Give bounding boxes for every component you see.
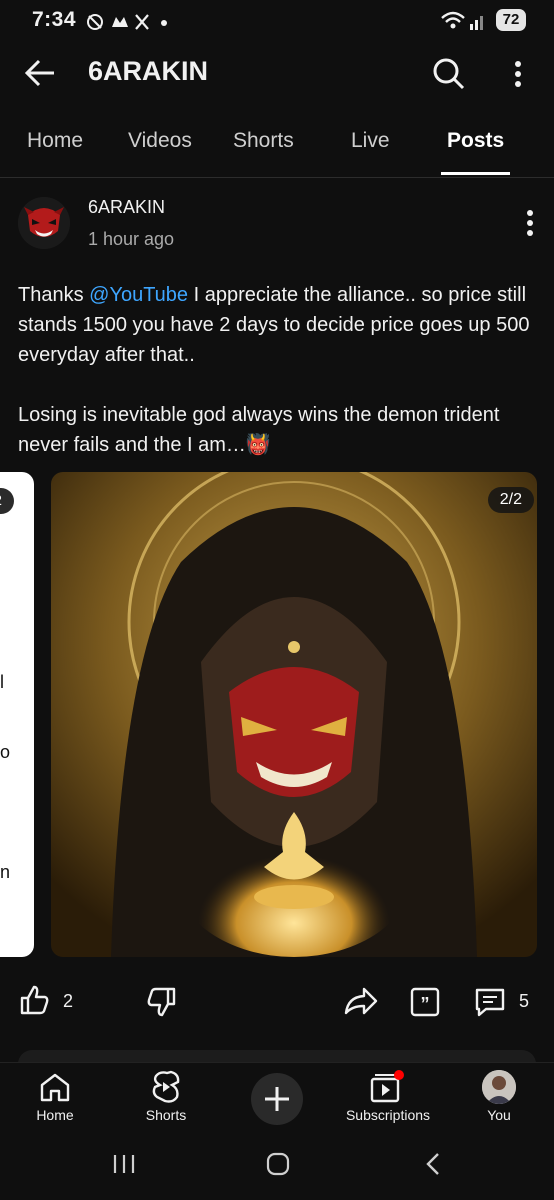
image-counter-badge: 2/2 bbox=[487, 487, 534, 513]
tab-shorts[interactable]: Shorts bbox=[233, 129, 294, 153]
more-notifications-dot bbox=[161, 20, 167, 26]
prev-card-counter: 2 bbox=[0, 488, 14, 514]
shorts-icon[interactable] bbox=[151, 1070, 181, 1109]
battery-indicator: 72 bbox=[496, 9, 526, 31]
post-timestamp: 1 hour ago bbox=[88, 229, 175, 249]
create-plus-icon[interactable] bbox=[251, 1073, 303, 1125]
tab-home[interactable]: Home bbox=[27, 129, 83, 153]
nav-shorts-label[interactable]: Shorts bbox=[131, 1107, 201, 1123]
post-menu-icon[interactable] bbox=[524, 209, 536, 242]
channel-title: 6ARAKIN bbox=[88, 56, 209, 86]
tab-videos[interactable]: Videos bbox=[128, 129, 192, 153]
comments-icon[interactable] bbox=[474, 986, 506, 1023]
x-app-icon bbox=[135, 14, 149, 30]
ogre-emoji: 👹 bbox=[245, 434, 271, 456]
profile-avatar[interactable] bbox=[482, 1070, 516, 1104]
status-notification-icons bbox=[86, 11, 170, 38]
post-paragraph-2: Losing is inevitable god always wins the… bbox=[18, 404, 500, 456]
back-button-icon[interactable] bbox=[424, 1152, 442, 1181]
silent-icon bbox=[87, 14, 103, 30]
nav-you-label[interactable]: You bbox=[474, 1107, 524, 1123]
more-options-icon[interactable] bbox=[510, 60, 526, 93]
like-icon[interactable] bbox=[18, 984, 50, 1021]
share-icon[interactable] bbox=[344, 986, 378, 1021]
back-arrow-icon[interactable] bbox=[24, 58, 58, 88]
post-body: Thanks @YouTube I appreciate the allianc… bbox=[18, 280, 538, 490]
like-count: 2 bbox=[63, 991, 74, 1011]
tabs-divider bbox=[0, 177, 554, 178]
active-tab-indicator bbox=[441, 172, 510, 175]
home-button-icon[interactable] bbox=[266, 1152, 290, 1181]
comment-count: 5 bbox=[519, 991, 530, 1011]
tab-live[interactable]: Live bbox=[351, 129, 390, 153]
post-image[interactable] bbox=[51, 472, 537, 957]
nav-subscriptions-label[interactable]: Subscriptions bbox=[338, 1107, 438, 1123]
subscriptions-icon[interactable] bbox=[369, 1070, 407, 1109]
quote-icon[interactable]: ” bbox=[409, 986, 441, 1023]
wifi-signal-icon bbox=[440, 10, 486, 37]
channel-avatar[interactable] bbox=[18, 197, 70, 249]
dislike-icon[interactable] bbox=[146, 986, 178, 1023]
post-paragraph-1: Thanks @YouTube I appreciate the allianc… bbox=[18, 284, 530, 366]
app-notification-icon bbox=[112, 17, 128, 27]
mention-link[interactable]: @YouTube bbox=[89, 284, 188, 306]
svg-text:”: ” bbox=[421, 994, 430, 1014]
home-icon[interactable] bbox=[39, 1072, 71, 1107]
search-icon[interactable] bbox=[432, 57, 466, 96]
status-time: 7:34 bbox=[32, 8, 77, 31]
post-channel-name[interactable]: 6ARAKIN bbox=[88, 197, 165, 218]
tab-posts[interactable]: Posts bbox=[447, 129, 504, 153]
recent-apps-icon[interactable] bbox=[112, 1153, 136, 1180]
previous-carousel-card[interactable]: 2 l o n bbox=[0, 472, 34, 957]
nav-home-label[interactable]: Home bbox=[20, 1107, 90, 1123]
